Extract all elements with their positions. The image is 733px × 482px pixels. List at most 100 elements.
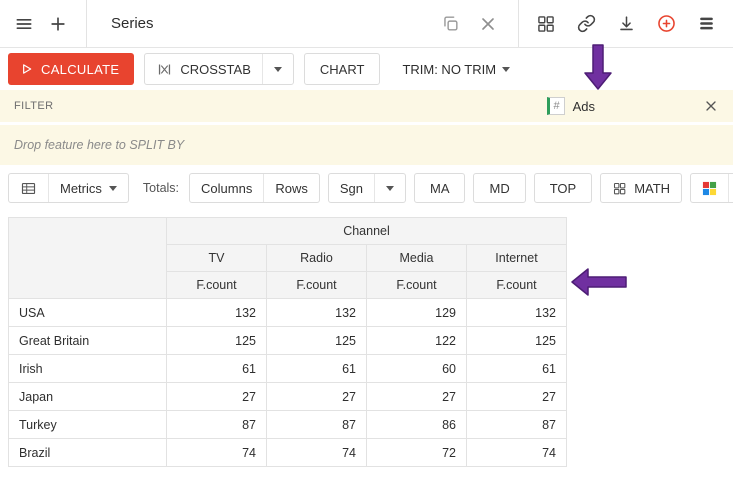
ma-button[interactable]: MA: [414, 173, 466, 203]
row-label[interactable]: Turkey: [9, 411, 167, 439]
filter-dropzone[interactable]: FILTER # Ads: [0, 90, 733, 122]
new-tab-button[interactable]: [44, 10, 72, 38]
table-view-button[interactable]: [9, 174, 48, 202]
row-label[interactable]: Great Britain: [9, 327, 167, 355]
cell[interactable]: 132: [467, 299, 567, 327]
cell[interactable]: 74: [267, 439, 367, 467]
math-label: MATH: [634, 181, 670, 196]
crosstab-button[interactable]: CROSSTAB: [145, 54, 262, 84]
calculate-button[interactable]: CALCULATE: [8, 53, 134, 85]
crosstab-dropdown-button[interactable]: [262, 54, 293, 84]
table-row: USA 132 132 129 132: [9, 299, 567, 327]
cell[interactable]: 27: [267, 383, 367, 411]
plus-icon: [48, 14, 68, 34]
column-header-internet[interactable]: Internet: [467, 245, 567, 272]
app-window: Series: [0, 0, 733, 482]
topbar-actions: [518, 0, 733, 47]
math-button[interactable]: MATH: [601, 174, 681, 202]
datasets-button[interactable]: [692, 10, 720, 38]
measure-header[interactable]: F.count: [367, 272, 467, 299]
measure-header[interactable]: F.count: [467, 272, 567, 299]
close-icon: [478, 14, 498, 34]
math-group: MATH: [600, 173, 682, 203]
cell[interactable]: 129: [367, 299, 467, 327]
caret-down-icon: [109, 186, 117, 191]
filter-chip-ads[interactable]: # Ads: [547, 97, 595, 115]
copy-icon: [441, 14, 460, 33]
cell[interactable]: 72: [367, 439, 467, 467]
cell[interactable]: 122: [367, 327, 467, 355]
math-grid-icon: [612, 181, 627, 196]
split-by-placeholder: Drop feature here to SPLIT BY: [14, 138, 184, 152]
hash-glyph: #: [554, 100, 560, 112]
close-tab-button[interactable]: [474, 10, 502, 38]
cell[interactable]: 74: [167, 439, 267, 467]
metrics-group: Metrics: [8, 173, 129, 203]
crosstab-table: Channel TV Radio Media Internet F.count …: [8, 217, 567, 467]
cell[interactable]: 125: [467, 327, 567, 355]
column-group-header[interactable]: Channel: [167, 218, 567, 245]
download-button[interactable]: [612, 10, 640, 38]
cell[interactable]: 60: [367, 355, 467, 383]
totals-rows-button[interactable]: Rows: [263, 174, 319, 202]
metrics-dropdown-button[interactable]: Metrics: [48, 174, 128, 202]
list-icon: [697, 14, 716, 33]
cell[interactable]: 61: [467, 355, 567, 383]
cell[interactable]: 87: [267, 411, 367, 439]
row-label[interactable]: Japan: [9, 383, 167, 411]
row-label[interactable]: Brazil: [9, 439, 167, 467]
md-button[interactable]: MD: [473, 173, 525, 203]
play-icon: [18, 61, 34, 77]
totals-columns-button[interactable]: Columns: [190, 174, 263, 202]
sgn-button[interactable]: Sgn: [329, 174, 374, 202]
chart-button[interactable]: CHART: [304, 53, 381, 85]
column-header-radio[interactable]: Radio: [267, 245, 367, 272]
cell[interactable]: 61: [167, 355, 267, 383]
row-label[interactable]: USA: [9, 299, 167, 327]
cell[interactable]: 132: [167, 299, 267, 327]
column-header-tv[interactable]: TV: [167, 245, 267, 272]
cell[interactable]: 125: [167, 327, 267, 355]
remove-filter-button[interactable]: [703, 98, 719, 114]
calculate-label: CALCULATE: [41, 62, 119, 77]
palette-button[interactable]: [691, 174, 728, 202]
row-label[interactable]: Irish: [9, 355, 167, 383]
cell[interactable]: 87: [467, 411, 567, 439]
cell[interactable]: 125: [267, 327, 367, 355]
cell[interactable]: 27: [167, 383, 267, 411]
cell[interactable]: 27: [467, 383, 567, 411]
view-mode-group: CROSSTAB: [144, 53, 294, 85]
table-row: Great Britain 125 125 122 125: [9, 327, 567, 355]
filter-chip-label: Ads: [573, 99, 595, 114]
link-icon: [577, 14, 596, 33]
measure-header[interactable]: F.count: [267, 272, 367, 299]
modules-button[interactable]: [532, 10, 560, 38]
cell[interactable]: 74: [467, 439, 567, 467]
metrics-toolbar: Metrics Totals: Columns Rows Sgn MA MD T…: [0, 165, 733, 211]
close-icon: [703, 98, 719, 114]
sgn-group: Sgn: [328, 173, 406, 203]
cell[interactable]: 132: [267, 299, 367, 327]
measure-header[interactable]: F.count: [167, 272, 267, 299]
sgn-dropdown-button[interactable]: [374, 174, 405, 202]
palette-icon: [702, 181, 717, 196]
hamburger-icon: [14, 14, 34, 34]
share-link-button[interactable]: [572, 10, 600, 38]
annotation-arrow-down-icon: [584, 44, 612, 90]
split-by-dropzone[interactable]: Drop feature here to SPLIT BY: [0, 125, 733, 165]
add-widget-button[interactable]: [652, 10, 680, 38]
top-button[interactable]: TOP: [534, 173, 593, 203]
trim-dropdown-button[interactable]: TRIM: NO TRIM: [396, 62, 516, 77]
column-header-media[interactable]: Media: [367, 245, 467, 272]
cell[interactable]: 27: [367, 383, 467, 411]
table-grid-icon: [20, 180, 37, 197]
cell[interactable]: 61: [267, 355, 367, 383]
totals-label: Totals:: [143, 181, 179, 195]
palette-dropdown-button[interactable]: [728, 174, 733, 202]
cell[interactable]: 86: [367, 411, 467, 439]
table-row: Irish 61 61 60 61: [9, 355, 567, 383]
caret-down-icon: [386, 186, 394, 191]
cell[interactable]: 87: [167, 411, 267, 439]
duplicate-tab-button[interactable]: [436, 10, 464, 38]
menu-button[interactable]: [10, 10, 38, 38]
